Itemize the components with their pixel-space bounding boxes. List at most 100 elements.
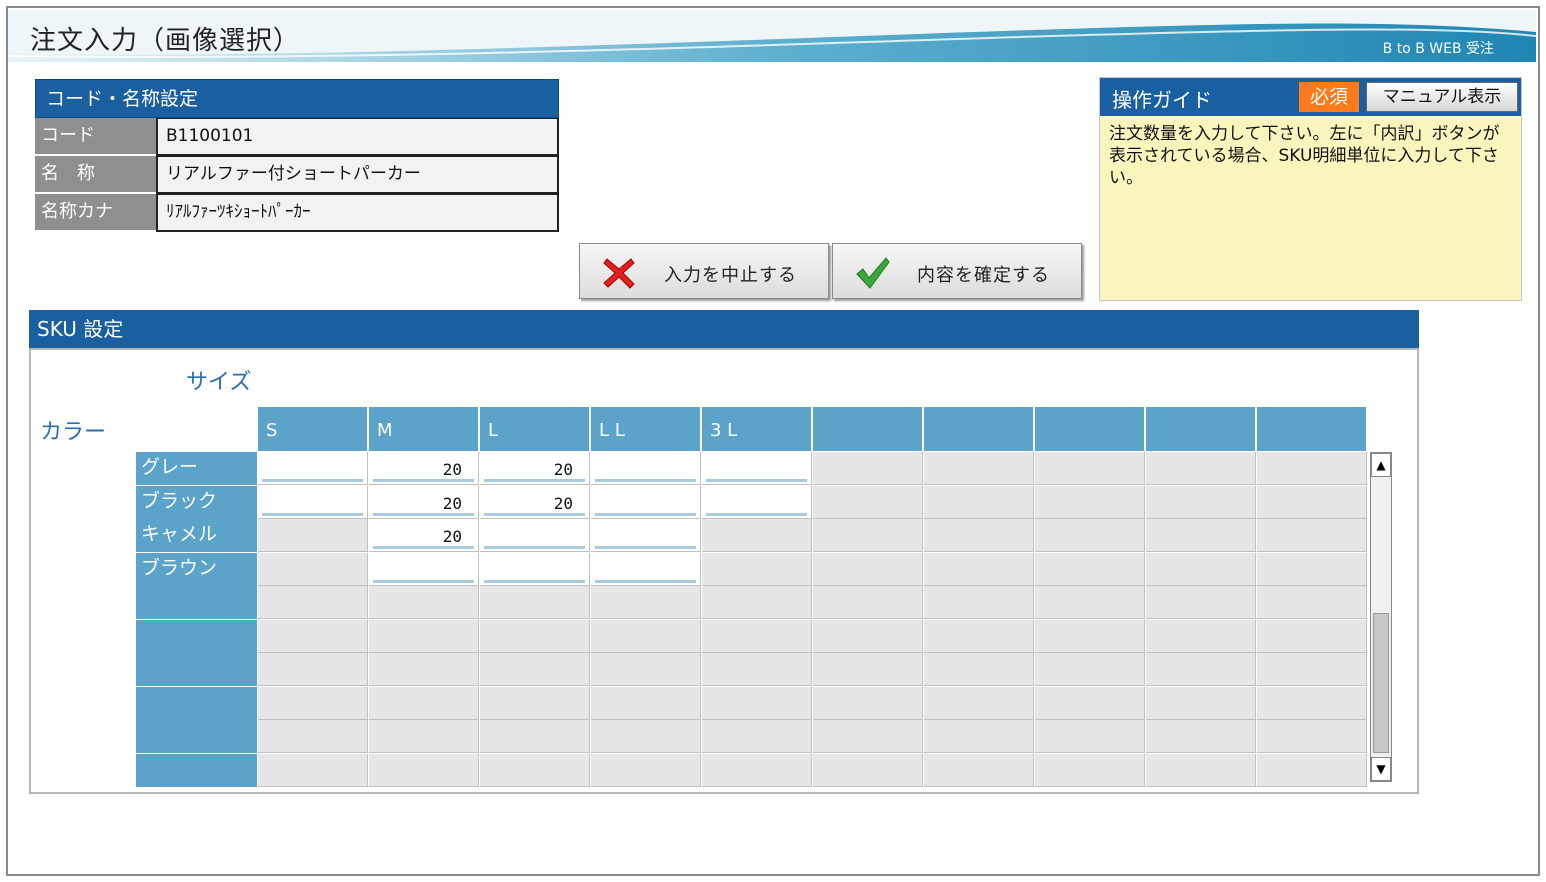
grid-cell [1257, 653, 1367, 686]
quantity-input[interactable] [591, 552, 701, 586]
quantity-input[interactable]: 20 [480, 485, 590, 519]
quantity-input[interactable]: 20 [369, 519, 479, 552]
quantity-input[interactable] [480, 552, 590, 586]
quantity-input[interactable] [369, 552, 479, 586]
size-column-header [1035, 407, 1144, 451]
quantity-value: 20 [442, 527, 462, 546]
grid-cell [1146, 653, 1256, 686]
grid-cell [924, 753, 1034, 787]
grid-cell [369, 619, 479, 653]
grid-cell [924, 586, 1034, 619]
grid-cell [480, 686, 590, 720]
confirm-content-button[interactable]: 内容を確定する [832, 243, 1082, 299]
grid-cell [1146, 519, 1256, 552]
guide-heading: 操作ガイド 必須 マニュアル表示 [1100, 78, 1521, 116]
grid-cell [1146, 485, 1256, 519]
grid-cell [1257, 753, 1367, 787]
grid-cell [1257, 519, 1367, 552]
grid-cell [1146, 619, 1256, 653]
grid-cell [813, 452, 923, 485]
grid-cell [480, 586, 590, 619]
grid-cell [1257, 485, 1367, 519]
red-x-icon [603, 258, 635, 289]
page-title: 注文入力（画像選択） [30, 26, 301, 56]
scroll-up-arrow-icon[interactable]: ▲ [1371, 453, 1391, 477]
grid-scrollbar[interactable]: ▲ ▼ [1370, 452, 1392, 782]
grid-cell [258, 519, 368, 552]
size-column-header [924, 407, 1033, 451]
grid-cell [813, 519, 923, 552]
grid-cell [924, 619, 1034, 653]
grid-cell [480, 720, 590, 753]
name-label: 名 称 [35, 156, 156, 194]
grid-cell [480, 653, 590, 686]
grid-cell [702, 619, 812, 653]
grid-cell [924, 653, 1034, 686]
quantity-input[interactable] [591, 452, 701, 485]
name-value: リアルファー付ショートパーカー [156, 156, 559, 194]
scroll-thumb[interactable] [1373, 613, 1389, 753]
grid-cell [1257, 586, 1367, 619]
size-column-header [1257, 407, 1366, 451]
grid-cell [1257, 552, 1367, 586]
color-row-header [136, 653, 257, 686]
grid-cell [924, 519, 1034, 552]
grid-cell [1035, 720, 1145, 753]
quantity-value: 20 [553, 460, 573, 479]
grid-cell [591, 586, 701, 619]
color-row-header: ブラウン [136, 552, 257, 586]
manual-display-button[interactable]: マニュアル表示 [1366, 82, 1518, 112]
quantity-value: 20 [442, 460, 462, 479]
cancel-input-button[interactable]: 入力を中止する [579, 243, 829, 299]
quantity-input[interactable] [480, 519, 590, 552]
color-row-header: ブラック [136, 485, 257, 519]
color-row-header [136, 753, 257, 787]
quantity-input[interactable]: 20 [480, 452, 590, 485]
quantity-input[interactable]: 20 [369, 452, 479, 485]
grid-cell [1035, 686, 1145, 720]
grid-cell [924, 686, 1034, 720]
grid-cell [1035, 753, 1145, 787]
color-row-header [136, 720, 257, 753]
quantity-input[interactable] [591, 519, 701, 552]
grid-cell [813, 753, 923, 787]
grid-cell [1035, 619, 1145, 653]
grid-cell [1146, 720, 1256, 753]
grid-cell [369, 653, 479, 686]
grid-cell [591, 753, 701, 787]
grid-cell [1035, 519, 1145, 552]
quantity-value: 20 [442, 493, 462, 513]
quantity-input[interactable] [702, 485, 812, 519]
grid-cell [702, 653, 812, 686]
grid-cell [1146, 586, 1256, 619]
grid-cell [480, 753, 590, 787]
grid-cell [702, 586, 812, 619]
required-badge: 必須 [1299, 82, 1359, 112]
grid-cell [702, 686, 812, 720]
operation-guide-panel: 操作ガイド 必須 マニュアル表示 注文数量を入力して下さい。左に「内訳」ボタンが… [1099, 77, 1522, 301]
size-column-header: M [369, 407, 478, 451]
grid-cell [480, 619, 590, 653]
kana-value: ﾘｱﾙﾌｧｰﾂｷｼｮｰﾄﾊﾟｰｶｰ [156, 194, 559, 232]
quantity-input[interactable] [702, 452, 812, 485]
code-panel-heading: コード・名称設定 [35, 79, 559, 118]
grid-cell [813, 686, 923, 720]
quantity-input[interactable] [258, 485, 368, 519]
grid-cell [1257, 720, 1367, 753]
quantity-input[interactable] [258, 452, 368, 485]
quantity-input[interactable]: 20 [369, 485, 479, 519]
grid-cell [924, 552, 1034, 586]
grid-cell [813, 485, 923, 519]
scroll-down-arrow-icon[interactable]: ▼ [1371, 757, 1391, 781]
code-value: B1100101 [156, 118, 559, 156]
grid-cell [702, 753, 812, 787]
grid-cell [702, 720, 812, 753]
grid-cell [369, 753, 479, 787]
guide-text: 注文数量を入力して下さい。左に「内訳」ボタンが表示されている場合、SKU明細単位… [1109, 124, 1500, 188]
grid-cell [702, 519, 812, 552]
grid-cell [591, 653, 701, 686]
grid-cell [1035, 653, 1145, 686]
color-row-header: キャメル [136, 519, 257, 552]
quantity-input[interactable] [591, 485, 701, 519]
cancel-button-label: 入力を中止する [664, 265, 797, 286]
